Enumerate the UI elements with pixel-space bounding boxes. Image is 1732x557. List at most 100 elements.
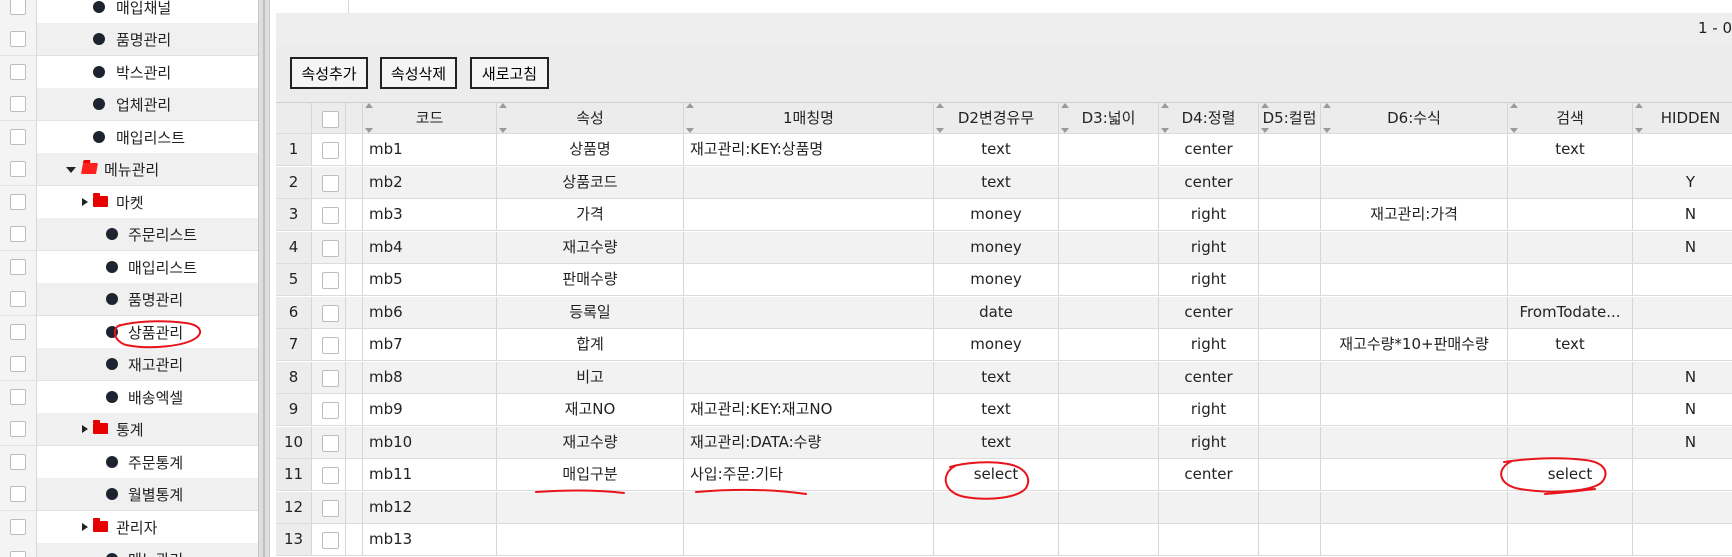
cell-search[interactable] xyxy=(1508,361,1633,393)
column-header[interactable]: D5:컬럼 xyxy=(1259,103,1321,134)
cell-d6[interactable] xyxy=(1321,296,1508,328)
row-indicator[interactable] xyxy=(346,459,363,490)
cell-d5[interactable] xyxy=(1259,459,1321,490)
cell-d2[interactable] xyxy=(934,491,1059,523)
row-checkbox[interactable] xyxy=(322,467,339,484)
cell-d6[interactable] xyxy=(1321,394,1508,425)
tree-item[interactable]: 마켓 xyxy=(0,186,258,219)
tree-item[interactable]: 품명관리 xyxy=(0,283,258,316)
column-header[interactable]: 코드 xyxy=(363,103,497,134)
cell-d4[interactable]: center xyxy=(1159,361,1259,393)
cell-d3[interactable] xyxy=(1059,394,1159,425)
cell-code[interactable]: mb3 xyxy=(363,199,497,230)
row-checkbox[interactable] xyxy=(322,174,339,192)
table-row[interactable]: 7 mb7 합계 money right 재고수량*10+판매수량 text xyxy=(276,329,1732,361)
sort-desc-icon[interactable] xyxy=(1510,128,1518,133)
tree-checkbox[interactable] xyxy=(10,421,26,437)
sort-asc-icon[interactable] xyxy=(365,103,373,108)
sort-asc-icon[interactable] xyxy=(1323,103,1331,108)
row-indicator[interactable] xyxy=(346,199,363,230)
tree-item[interactable]: 매입리스트 xyxy=(0,121,258,154)
tree-checkbox[interactable] xyxy=(10,96,26,112)
cell-d5[interactable] xyxy=(1259,361,1321,393)
table-row[interactable]: 11 mb11 매입구분 사입:주문:기타 select center select xyxy=(276,459,1732,491)
row-indicator[interactable] xyxy=(346,166,363,198)
row-indicator[interactable] xyxy=(346,491,363,523)
cell-hidden[interactable] xyxy=(1633,492,1732,523)
cell-match[interactable] xyxy=(684,491,934,523)
cell-attr[interactable]: 상품코드 xyxy=(497,166,684,198)
cell-d6[interactable] xyxy=(1321,231,1508,263)
row-checkbox[interactable] xyxy=(322,337,339,354)
tree-checkbox[interactable] xyxy=(10,519,26,535)
cell-d5[interactable] xyxy=(1259,394,1321,425)
cell-match[interactable] xyxy=(684,166,934,198)
panel-splitter[interactable] xyxy=(258,0,270,557)
table-row[interactable]: 5 mb5 판매수량 money right xyxy=(276,264,1732,296)
row-checkbox-cell[interactable] xyxy=(312,166,346,198)
cell-match[interactable] xyxy=(684,264,934,295)
delete-attribute-button[interactable]: 속성삭제 xyxy=(380,57,457,89)
column-header[interactable]: D6:수식 xyxy=(1321,103,1508,134)
add-attribute-button[interactable]: 속성추가 xyxy=(290,57,368,89)
cell-match[interactable] xyxy=(684,296,934,328)
cell-d2[interactable]: money xyxy=(934,264,1059,295)
cell-attr[interactable]: 비고 xyxy=(497,361,684,393)
sort-desc-icon[interactable] xyxy=(365,128,373,133)
column-header[interactable]: HIDDEN xyxy=(1633,103,1732,134)
row-checkbox-cell[interactable] xyxy=(312,199,346,230)
row-checkbox-cell[interactable] xyxy=(312,491,346,523)
cell-d5[interactable] xyxy=(1259,264,1321,295)
cell-attr[interactable]: 재고수량 xyxy=(497,426,684,458)
cell-d6[interactable]: 재고관리:가격 xyxy=(1321,199,1508,230)
row-checkbox-cell[interactable] xyxy=(312,361,346,393)
sort-asc-icon[interactable] xyxy=(1161,103,1169,108)
tree-item[interactable]: 관리자 xyxy=(0,511,258,544)
cell-d6[interactable] xyxy=(1321,459,1508,490)
row-checkbox[interactable] xyxy=(322,207,339,224)
sort-asc-icon[interactable] xyxy=(1510,103,1518,108)
cell-d2[interactable]: date xyxy=(934,296,1059,328)
tree-item[interactable]: 주문리스트 xyxy=(0,218,258,251)
sort-asc-icon[interactable] xyxy=(1261,103,1269,108)
cell-code[interactable]: mb7 xyxy=(363,329,497,360)
cell-d5[interactable] xyxy=(1259,426,1321,458)
chevron-right-icon[interactable] xyxy=(82,198,88,206)
chevron-right-icon[interactable] xyxy=(82,425,88,433)
cell-d5[interactable] xyxy=(1259,231,1321,263)
column-header[interactable]: D2변경유무 xyxy=(934,103,1059,134)
cell-attr[interactable]: 재고NO xyxy=(497,394,684,425)
cell-d4[interactable] xyxy=(1159,524,1259,555)
sort-desc-icon[interactable] xyxy=(1161,128,1169,133)
row-checkbox-cell[interactable] xyxy=(312,134,346,165)
cell-code[interactable]: mb10 xyxy=(363,426,497,458)
row-checkbox-cell[interactable] xyxy=(312,231,346,263)
sort-asc-icon[interactable] xyxy=(1061,103,1069,108)
sort-asc-icon[interactable] xyxy=(499,103,507,108)
cell-code[interactable]: mb5 xyxy=(363,264,497,295)
cell-d6[interactable] xyxy=(1321,134,1508,165)
cell-d3[interactable] xyxy=(1059,459,1159,490)
cell-hidden[interactable]: N xyxy=(1633,199,1732,230)
tree-item[interactable]: 매입리스트 xyxy=(0,251,258,284)
tree-checkbox[interactable] xyxy=(10,194,26,210)
cell-hidden[interactable] xyxy=(1633,264,1732,295)
cell-match[interactable] xyxy=(684,361,934,393)
cell-attr[interactable]: 가격 xyxy=(497,199,684,230)
cell-d6[interactable] xyxy=(1321,264,1508,295)
tree-item[interactable]: 재고관리 xyxy=(0,348,258,381)
cell-match[interactable] xyxy=(684,231,934,263)
tree-item[interactable]: 주문통계 xyxy=(0,446,258,479)
cell-hidden[interactable]: N xyxy=(1633,427,1732,458)
select-all-checkbox[interactable] xyxy=(322,111,339,128)
cell-attr[interactable]: 재고수량 xyxy=(497,231,684,263)
row-checkbox[interactable] xyxy=(322,402,339,419)
cell-search[interactable] xyxy=(1508,524,1633,555)
cell-code[interactable]: mb9 xyxy=(363,394,497,425)
tree-checkbox[interactable] xyxy=(10,324,26,340)
tree-checkbox[interactable] xyxy=(10,454,26,470)
cell-hidden[interactable] xyxy=(1633,297,1732,328)
row-indicator[interactable] xyxy=(346,394,363,425)
row-indicator[interactable] xyxy=(346,426,363,458)
cell-d4[interactable]: right xyxy=(1159,394,1259,425)
